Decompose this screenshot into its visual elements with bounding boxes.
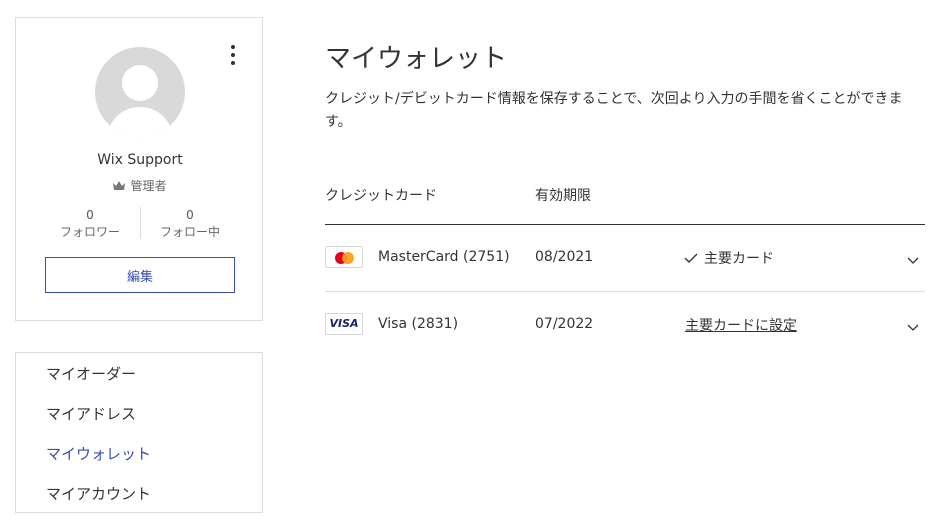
- account-side-nav: マイオーダー マイアドレス マイウォレット マイアカウント: [15, 352, 263, 513]
- role-badge: 管理者: [16, 177, 264, 194]
- visa-logo-icon: VISA: [325, 313, 363, 335]
- following-count: 0: [186, 208, 194, 222]
- avatar: [95, 47, 185, 137]
- page-description: クレジット/デビットカード情報を保存することで、次回より入力の手間を省くことがで…: [325, 91, 903, 130]
- followers-stat[interactable]: 0 フォロワー: [45, 207, 135, 241]
- following-label: フォロー中: [159, 225, 220, 239]
- primary-card-label: 主要カード: [704, 251, 774, 267]
- row-divider: [325, 291, 925, 292]
- profile-name: Wix Support: [97, 152, 183, 168]
- nav-item-my-account[interactable]: マイアカウント: [46, 483, 151, 504]
- nav-item-my-orders[interactable]: マイオーダー: [46, 363, 136, 384]
- followers-label: フォロワー: [59, 225, 120, 239]
- table-header-divider: [325, 224, 925, 225]
- chevron-down-icon[interactable]: [906, 253, 920, 267]
- column-header-card: クレジットカード: [325, 188, 437, 204]
- card-expiry: 08/2021: [535, 249, 594, 265]
- profile-card: Wix Support 管理者 0 フォロワー 0 フォロー中 編集: [15, 17, 263, 321]
- card-name: Visa (2831): [378, 316, 459, 332]
- card-expiry: 07/2022: [535, 316, 594, 332]
- column-header-expiry: 有効期限: [535, 188, 591, 204]
- edit-profile-button[interactable]: 編集: [45, 257, 235, 293]
- nav-item-my-addresses[interactable]: マイアドレス: [46, 403, 136, 424]
- checkmark-icon: [684, 253, 698, 263]
- followers-count: 0: [86, 208, 94, 222]
- following-stat[interactable]: 0 フォロー中: [145, 207, 235, 241]
- mastercard-logo-icon: [325, 246, 363, 268]
- more-options-icon[interactable]: [226, 45, 240, 65]
- visa-logo-text: VISA: [329, 317, 359, 330]
- role-label: 管理者: [130, 179, 167, 193]
- crown-icon: [113, 181, 126, 190]
- page-title: マイウォレット: [325, 44, 508, 74]
- chevron-down-icon[interactable]: [906, 320, 920, 334]
- card-name: MasterCard (2751): [378, 249, 510, 265]
- set-primary-card-link[interactable]: 主要カードに設定: [685, 315, 797, 335]
- nav-item-my-wallet[interactable]: マイウォレット: [46, 443, 151, 464]
- primary-card-status: 主要カード: [684, 248, 774, 268]
- stat-divider: [140, 207, 141, 239]
